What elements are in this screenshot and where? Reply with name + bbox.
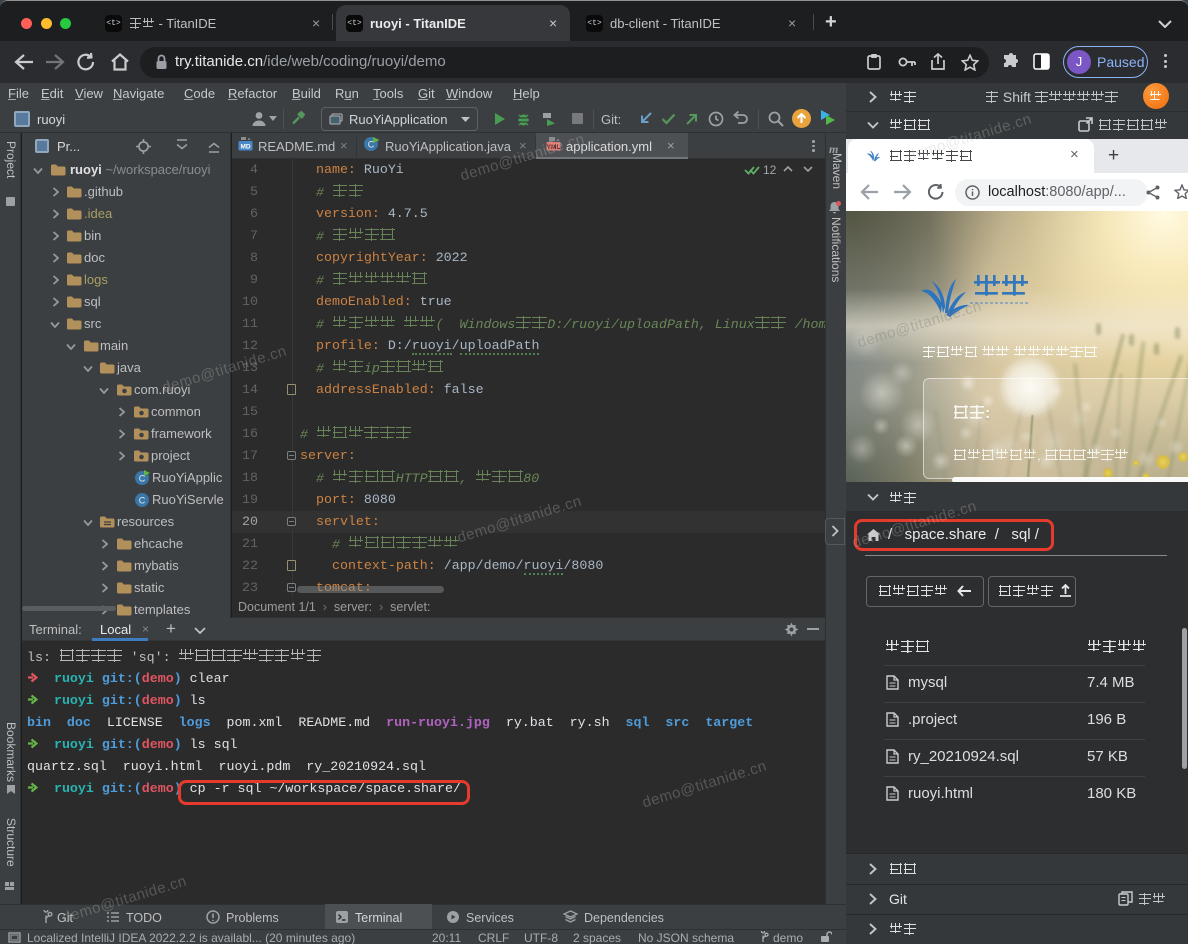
svg-text:MD: MD (240, 144, 250, 151)
svg-text:YML: YML (547, 144, 561, 151)
svg-text:C: C (139, 496, 146, 506)
